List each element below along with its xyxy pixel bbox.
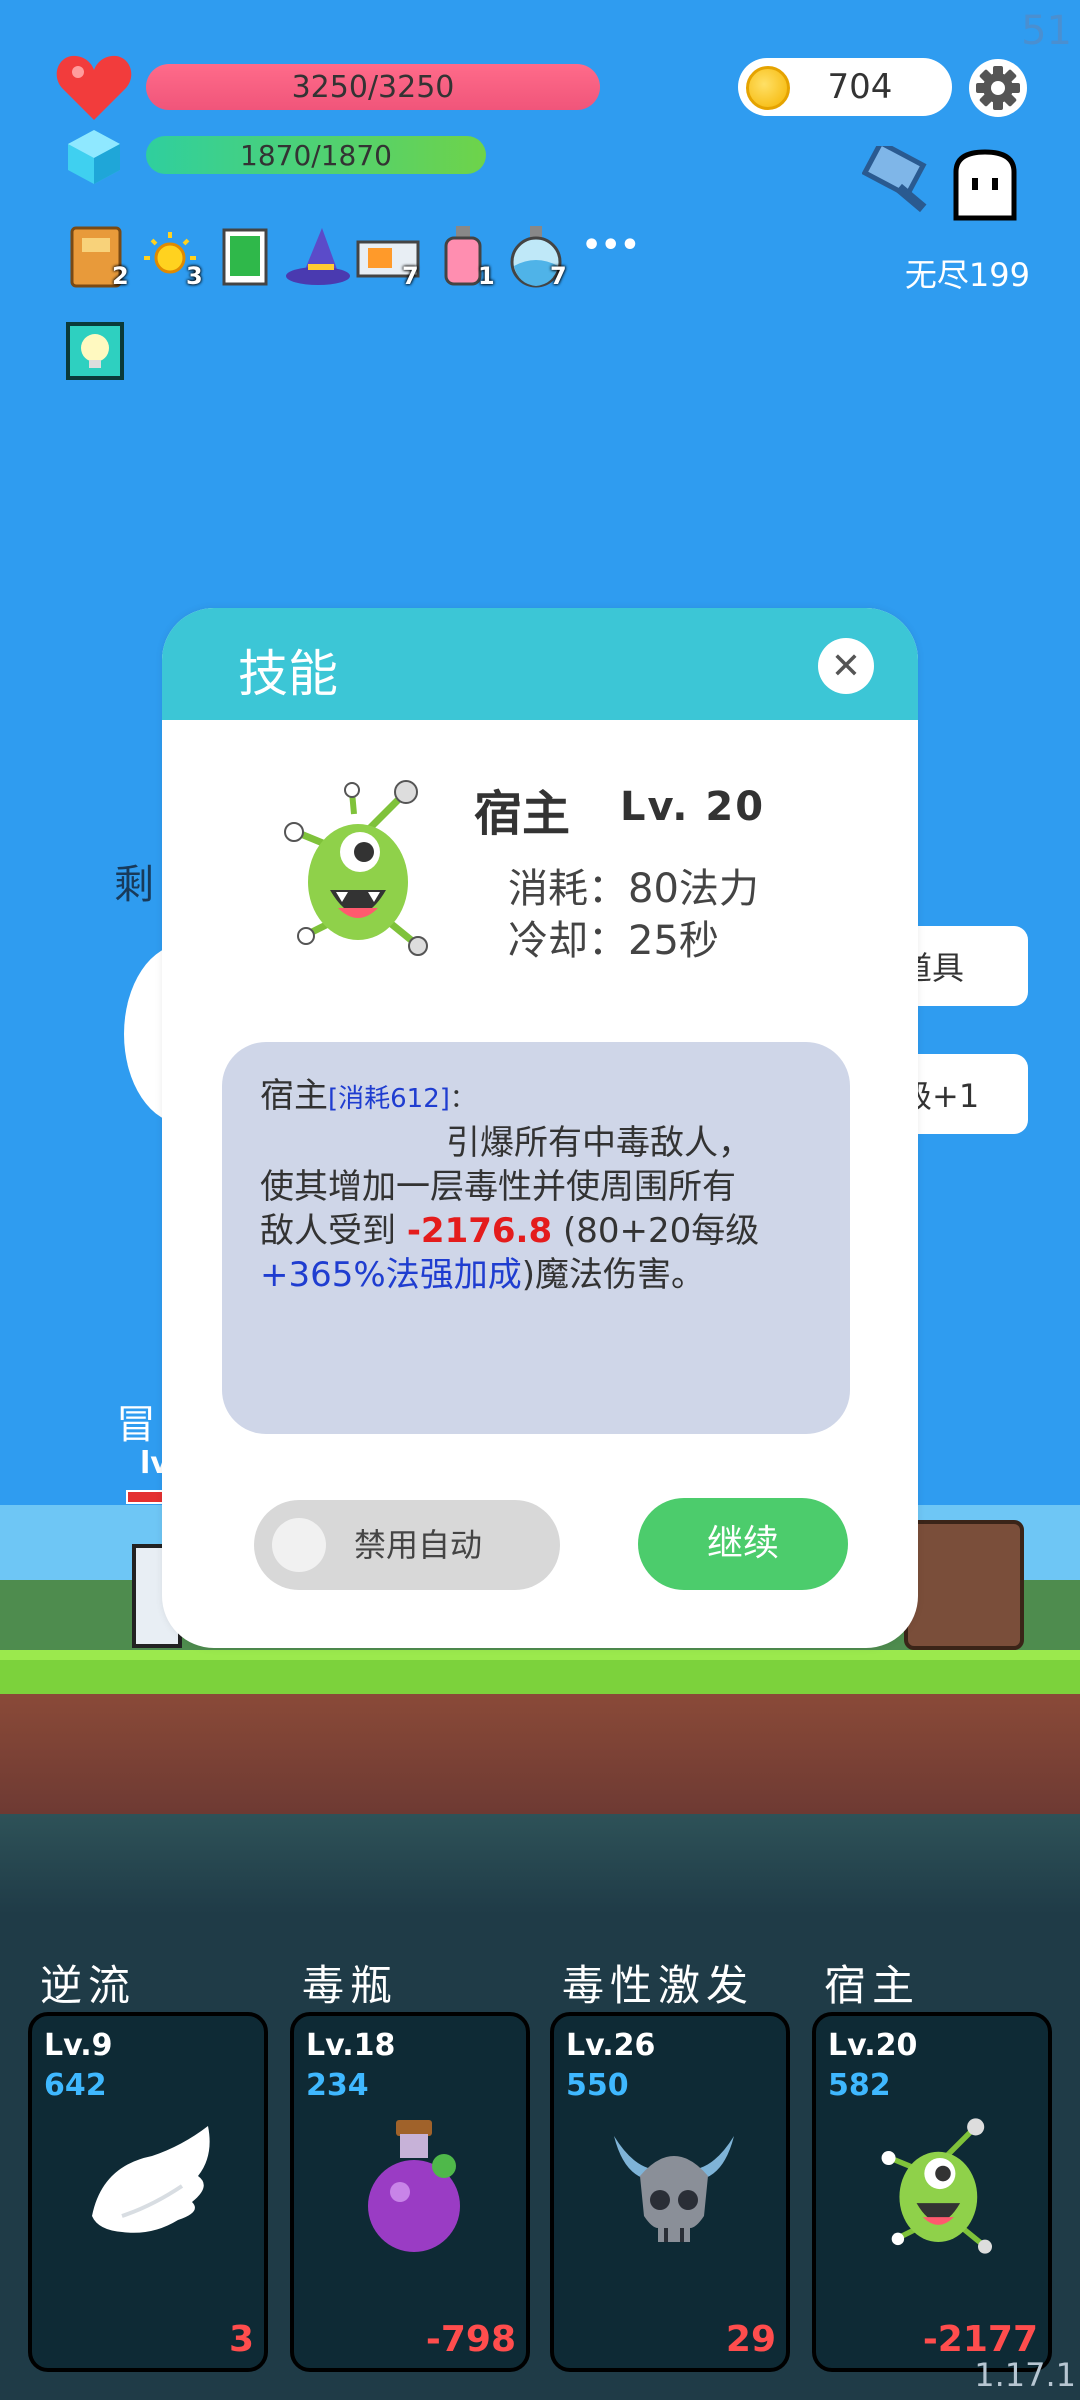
skill-slot-value: 3 (228, 2319, 254, 2360)
inventory-sun[interactable]: 3 (140, 224, 206, 290)
mp-text: 1870/1870 (240, 138, 392, 172)
wizard-hat-icon (286, 228, 350, 285)
inventory-count: 2 (112, 262, 129, 290)
inventory-count: 7 (402, 262, 419, 290)
hp-bar: 3250/3250 (146, 64, 600, 110)
inventory-book[interactable]: 2 (66, 224, 132, 290)
description-box: 宿主[消耗612]： 引爆所有中毒敌人， 使其增加一层毒性并使周围所有 敌人受到… (222, 1042, 850, 1434)
scene-dirt (0, 1694, 1080, 1814)
skill-slot-name: 毒瓶 (302, 1961, 399, 2010)
endless-level: 无尽199 (904, 256, 1030, 294)
inventory-flask[interactable]: 7 (504, 224, 570, 290)
scene-grass (0, 1650, 1080, 1694)
desc-line-4b: )魔法伤害。 (521, 1255, 705, 1295)
skill-slot-cost: 550 (566, 2068, 629, 2103)
mana-crystal-icon (68, 130, 120, 184)
shovel-icon[interactable] (862, 146, 942, 216)
inventory-wizard-hat[interactable] (282, 224, 350, 290)
heart-icon (56, 55, 132, 120)
skill-slot-level: Lv.9 (44, 2028, 113, 2063)
skill-slot-level: Lv.18 (306, 2028, 396, 2063)
mp-bar: 1870/1870 (146, 136, 486, 174)
lightbulb-buff-icon (66, 322, 124, 380)
desc-line-3b: (80+20每级 (552, 1211, 760, 1251)
remaining-label-partial: 剩 (114, 862, 154, 908)
coin-icon (746, 66, 790, 110)
player-name-partial: 冒 (116, 1402, 156, 1448)
coin-count: 704 (827, 67, 893, 107)
skill-name: 宿主 (474, 786, 571, 842)
skill-slot-value: 29 (725, 2319, 776, 2360)
desc-colon: ： (449, 1084, 476, 1114)
skill-slot-cost: 234 (306, 2068, 369, 2103)
skill-slot-poison-bottle[interactable]: Lv.18 234 -798 (290, 2012, 530, 2372)
skill-level: Lv. 20 (620, 784, 766, 830)
skill-slot-toxic-burst[interactable]: Lv.26 550 29 (550, 2012, 790, 2372)
desc-line-2: 使其增加一层毒性并使周围所有 (260, 1167, 736, 1207)
desc-skill-name: 宿主 (260, 1076, 328, 1116)
fps-counter: 51 (1021, 8, 1072, 54)
desc-line-1: 引爆所有中毒敌人， (446, 1123, 752, 1163)
eyeball-monster-icon (881, 2118, 992, 2254)
skill-slot-level: Lv.26 (566, 2028, 656, 2063)
skill-slot-name: 宿主 (824, 1961, 921, 2010)
disable-auto-toggle[interactable]: 禁用自动 (254, 1500, 560, 1590)
skill-panel-top (0, 1814, 1080, 1914)
skill-slot-counterflow[interactable]: Lv.9 642 3 (28, 2012, 268, 2372)
skill-slot-cost: 582 (828, 2068, 891, 2103)
close-icon: ✕ (830, 645, 862, 687)
desc-line-3a: 敌人受到 (260, 1211, 407, 1251)
player-health-bar (126, 1490, 166, 1504)
continue-button[interactable]: 继续 (638, 1498, 848, 1590)
skill-slot-value: -2177 (922, 2319, 1038, 2360)
skill-slot-cost: 642 (44, 2068, 107, 2103)
close-button[interactable]: ✕ (818, 638, 874, 694)
desc-damage: -2176.8 (406, 1211, 553, 1251)
modal-title: 技能 (238, 645, 338, 703)
inventory-card[interactable] (212, 224, 278, 290)
inventory-count: 1 (478, 262, 495, 290)
skill-slot-name: 毒性激发 (562, 1961, 755, 2010)
hp-text: 3250/3250 (291, 69, 455, 105)
skill-slot-host[interactable]: Lv.20 582 -2177 (812, 2012, 1052, 2372)
inventory-count: 3 (186, 262, 203, 290)
horned-skull-icon (614, 2136, 734, 2242)
toggle-knob (272, 1518, 326, 1572)
gear-icon[interactable] (968, 58, 1028, 118)
skill-cost: 消耗：80法力 (508, 866, 759, 912)
wing-icon (92, 2126, 210, 2233)
inventory-potion-bottle[interactable]: 1 (436, 224, 502, 290)
inventory-briefcase[interactable]: 7 (356, 224, 422, 290)
more-items-button[interactable]: ••• (582, 228, 640, 263)
inventory-count: 7 (550, 262, 567, 290)
modal-header: 技能 ✕ (162, 608, 918, 720)
card-icon (222, 228, 268, 286)
skill-slot-value: -798 (425, 2319, 516, 2360)
description-text: 宿主[消耗612]： 引爆所有中毒敌人， 使其增加一层毒性并使周围所有 敌人受到… (260, 1074, 820, 1297)
rock-enemy (904, 1520, 1024, 1650)
toggle-label: 禁用自动 (354, 1526, 483, 1564)
skill-cooldown: 冷却：25秒 (508, 918, 719, 964)
skill-modal: 技能 ✕ 宿主 Lv. 20 消耗：80法力 冷却：25秒 宿主[消耗612]：… (162, 608, 918, 1648)
skill-slot-name: 逆流 (40, 1961, 137, 2010)
desc-scaling: +365%法强加成 (260, 1255, 522, 1295)
version-label: 1.17.1 (974, 2356, 1076, 2394)
ghost-avatar-icon[interactable] (948, 148, 1022, 222)
eyeball-monster-icon (284, 780, 428, 956)
skill-slot-level: Lv.20 (828, 2028, 918, 2063)
desc-cost-tag: [消耗612] (328, 1084, 450, 1114)
poison-flask-icon (368, 2120, 460, 2252)
